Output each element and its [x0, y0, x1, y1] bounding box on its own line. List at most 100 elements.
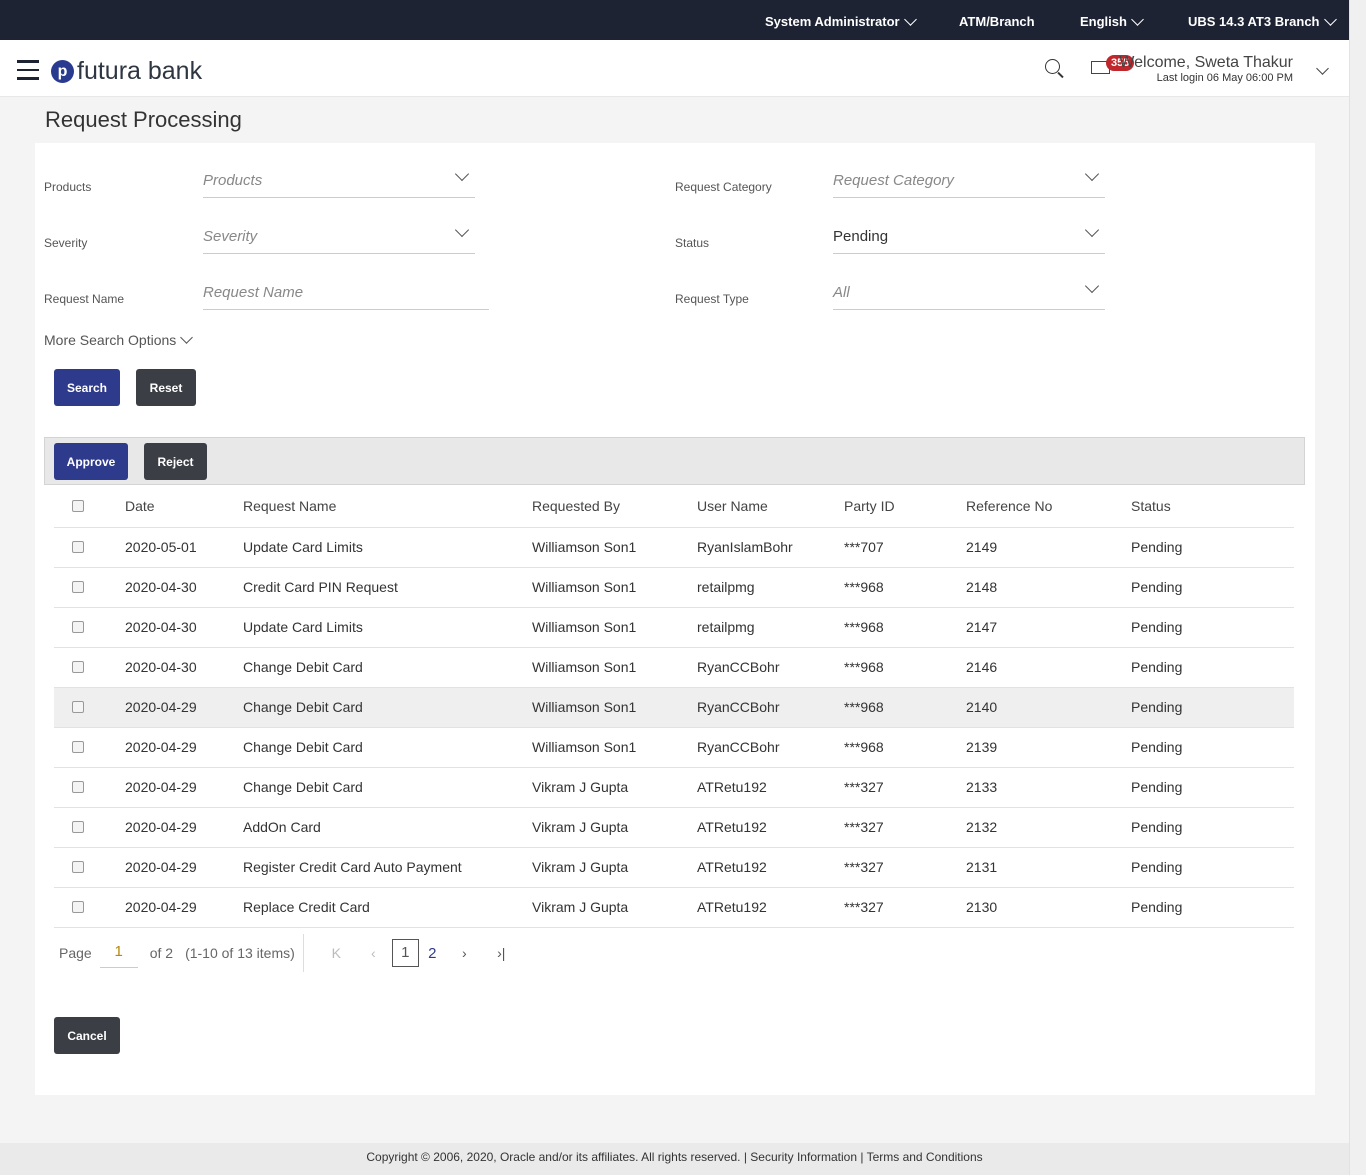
chevron-down-icon	[1323, 12, 1337, 26]
more-search-options[interactable]: More Search Options	[44, 331, 194, 348]
table-cell: Williamson Son1	[532, 566, 697, 607]
approve-button[interactable]: Approve	[54, 443, 128, 480]
category-dropdown[interactable]: Request Category	[833, 166, 1105, 198]
table-cell: Pending	[1131, 846, 1294, 887]
column-header[interactable]: Status	[1131, 485, 1294, 527]
row-checkbox[interactable]	[72, 661, 84, 673]
branch-label: UBS 14.3 AT3 Branch	[1188, 14, 1320, 29]
table-cell: ***707	[844, 526, 966, 567]
table-cell: Vikram J Gupta	[532, 846, 697, 887]
status-value: Pending	[833, 228, 889, 245]
table-cell: Pending	[1131, 566, 1294, 607]
reset-button[interactable]: Reset	[136, 369, 196, 406]
scrollbar[interactable]	[1349, 0, 1366, 1175]
table-row[interactable]: 2020-04-29 Change Debit Card Vikram J Gupt…	[54, 766, 1294, 807]
column-header[interactable]: Reference No	[966, 485, 1131, 527]
table-cell: Vikram J Gupta	[532, 766, 697, 807]
atm-branch-link[interactable]: ATM/Branch	[959, 14, 1035, 29]
column-header[interactable]: Request Name	[243, 485, 532, 527]
table-cell: ATRetu192	[697, 806, 844, 847]
page-2-button[interactable]: 2	[419, 945, 446, 962]
request-name-placeholder: Request Name	[203, 284, 304, 301]
table-cell: ***327	[844, 806, 966, 847]
table-row[interactable]: 2020-05-01 Update Card Limits Williamson S…	[54, 526, 1294, 567]
row-checkbox[interactable]	[72, 621, 84, 633]
row-checkbox[interactable]	[72, 901, 84, 913]
row-checkbox[interactable]	[72, 781, 84, 793]
cancel-button[interactable]: Cancel	[54, 1017, 120, 1054]
select-all-checkbox[interactable]	[72, 499, 84, 512]
table-cell: 2020-04-29	[125, 886, 243, 928]
branch-menu[interactable]: UBS 14.3 AT3 Branch	[1188, 12, 1337, 29]
table-row[interactable]: 2020-04-29 Register Credit Card Auto Paym…	[54, 846, 1294, 887]
column-header[interactable]: Party ID	[844, 485, 966, 527]
chevron-down-icon	[1084, 166, 1100, 182]
next-page-icon[interactable]: ›	[446, 945, 483, 961]
column-header[interactable]: Requested By	[532, 485, 697, 527]
chevron-down-icon[interactable]	[1316, 60, 1329, 78]
role-menu[interactable]: System Administrator	[765, 12, 917, 29]
atm-label: ATM/Branch	[959, 14, 1035, 29]
language-menu[interactable]: English	[1080, 12, 1144, 29]
row-checkbox[interactable]	[72, 861, 84, 873]
table-row[interactable]: 2020-04-29 Change Debit Card Williamson So…	[54, 686, 1294, 727]
table-cell: Pending	[1131, 646, 1294, 687]
table-cell: Williamson Son1	[532, 686, 697, 727]
request-type-dropdown[interactable]: All	[833, 278, 1105, 310]
column-header[interactable]: Date	[125, 485, 243, 527]
reject-button[interactable]: Reject	[144, 443, 207, 480]
table-row[interactable]: 2020-04-30 Update Card Limits Williamson S…	[54, 606, 1294, 647]
prev-page-icon[interactable]: ‹	[355, 945, 392, 961]
column-header[interactable]: User Name	[697, 485, 844, 527]
table-cell: 2132	[966, 806, 1131, 847]
logo[interactable]: p futura bank	[51, 57, 202, 86]
row-checkbox[interactable]	[72, 541, 84, 553]
table-cell: Vikram J Gupta	[532, 886, 697, 928]
table-cell: ***327	[844, 766, 966, 807]
hamburger-menu-icon[interactable]	[17, 60, 39, 86]
table-cell: Update Card Limits	[243, 606, 532, 647]
table-cell: 2133	[966, 766, 1131, 807]
table-cell: 2020-05-01	[125, 526, 243, 567]
user-menu[interactable]: Welcome, Sweta Thakur Last login 06 May …	[1119, 54, 1293, 84]
table-cell: retailpmg	[697, 566, 844, 607]
table-cell: Credit Card PIN Request	[243, 566, 532, 607]
table-cell: 2139	[966, 726, 1131, 767]
last-page-icon[interactable]: ›|	[483, 945, 520, 961]
page-input[interactable]: 1	[99, 938, 138, 968]
row-checkbox[interactable]	[72, 821, 84, 833]
table-cell: Change Debit Card	[243, 726, 532, 767]
request-type-value: All	[833, 284, 850, 301]
first-page-icon[interactable]: K	[318, 945, 355, 961]
search-button[interactable]: Search	[54, 369, 120, 406]
table-row[interactable]: 2020-04-29 AddOn Card Vikram J Gupta ATRetu…	[54, 806, 1294, 847]
severity-dropdown[interactable]: Severity	[203, 222, 475, 254]
table-cell: Pending	[1131, 526, 1294, 567]
table-row[interactable]: 2020-04-30 Credit Card PIN Request William…	[54, 566, 1294, 607]
table-cell: RyanCCBohr	[697, 686, 844, 727]
page-1-button[interactable]: 1	[391, 939, 419, 967]
page-label: Page	[59, 945, 92, 961]
table-cell: 2148	[966, 566, 1131, 607]
search-icon[interactable]	[1045, 59, 1060, 74]
table-cell: 2146	[966, 646, 1131, 687]
table-cell: 2020-04-29	[125, 846, 243, 887]
top-bar: System Administrator ATM/Branch English …	[0, 0, 1349, 40]
table-row[interactable]: 2020-04-29 Change Debit Card Williamson So…	[54, 726, 1294, 767]
table-cell: ***968	[844, 566, 966, 607]
table-cell: Change Debit Card	[243, 686, 532, 727]
products-dropdown[interactable]: Products	[203, 166, 475, 198]
request-name-input[interactable]: Request Name	[203, 282, 489, 310]
row-checkbox[interactable]	[72, 581, 84, 593]
table-cell: Pending	[1131, 886, 1294, 928]
row-checkbox[interactable]	[72, 701, 84, 713]
table-cell: 2147	[966, 606, 1131, 647]
header: p futura bank 355 Welcome, Sweta Thakur L…	[0, 40, 1349, 97]
status-dropdown[interactable]: Pending	[833, 222, 1105, 254]
row-checkbox[interactable]	[72, 741, 84, 753]
table-row[interactable]: 2020-04-29 Replace Credit Card Vikram J Gu…	[54, 886, 1294, 928]
chevron-down-icon	[180, 331, 194, 344]
table-row[interactable]: 2020-04-30 Change Debit Card Williamson So…	[54, 646, 1294, 687]
table-cell: 2149	[966, 526, 1131, 567]
products-label: Products	[44, 180, 92, 194]
